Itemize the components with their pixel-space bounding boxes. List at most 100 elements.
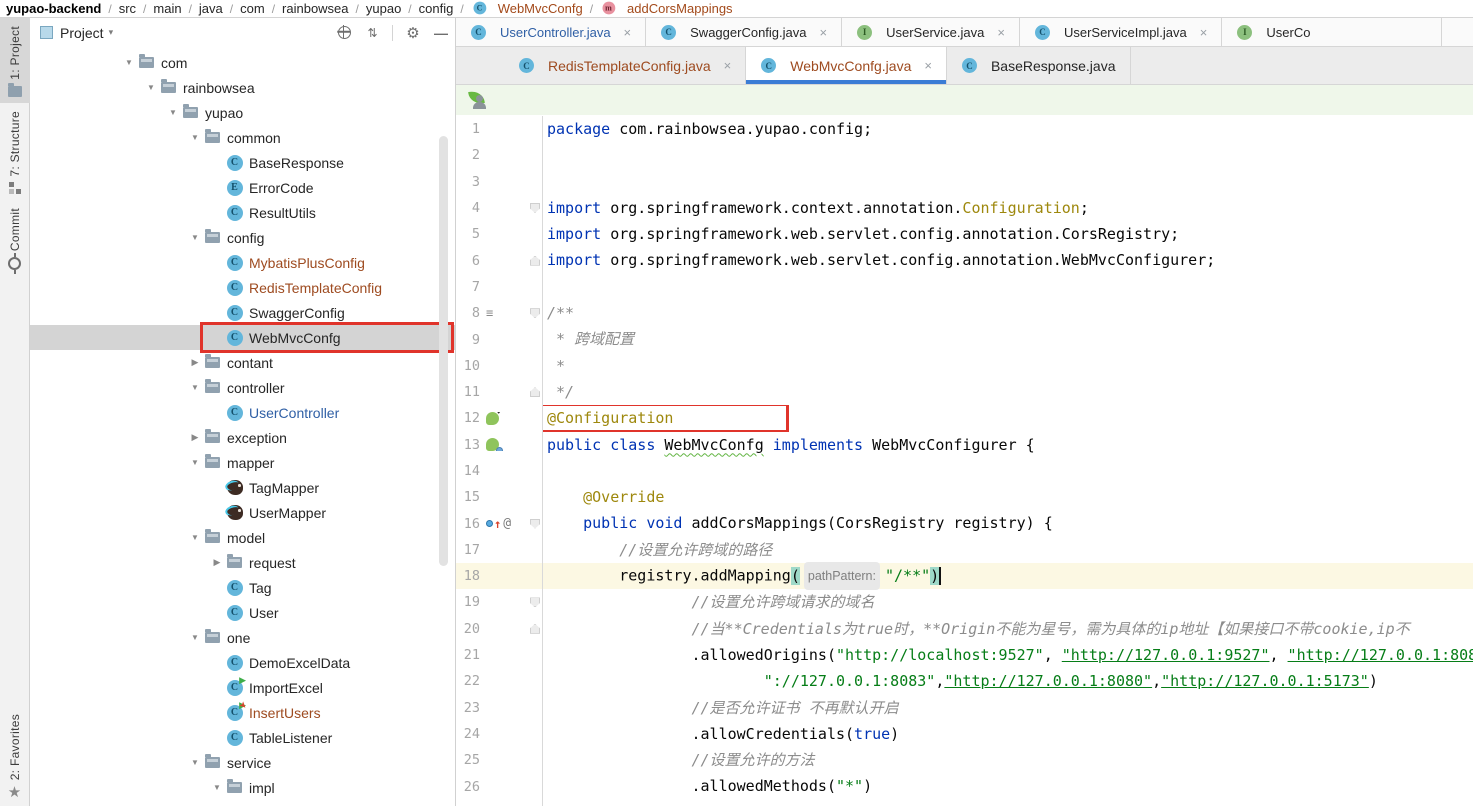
- breadcrumb-item[interactable]: src: [119, 1, 136, 16]
- tree-scrollbar-thumb[interactable]: [439, 136, 448, 566]
- code-line-5[interactable]: 5 import org.springframework.web.servlet.…: [456, 221, 1473, 248]
- tree-row-com[interactable]: ▼ com: [30, 50, 455, 75]
- tree-row-tagmapper[interactable]: TagMapper: [30, 475, 455, 500]
- editor-tab-baseresponse-java[interactable]: C BaseResponse.java: [947, 47, 1131, 84]
- fold-column[interactable]: [528, 518, 542, 529]
- breadcrumb-item[interactable]: config: [419, 1, 454, 16]
- fold-column[interactable]: [528, 623, 542, 634]
- gutter[interactable]: 17: [456, 537, 542, 563]
- code-text[interactable]: import org.springframework.web.servlet.c…: [543, 221, 1473, 247]
- code-line-21[interactable]: 21 .allowedOrigins("http://localhost:952…: [456, 641, 1473, 669]
- expand-arrow-icon[interactable]: ▼: [208, 783, 226, 792]
- code-text[interactable]: "://127.0.0.1:8083","http://127.0.0.1:80…: [543, 668, 1473, 694]
- code-text[interactable]: //设置允许跨域的路径: [543, 537, 1473, 563]
- tree-row-one[interactable]: ▼ one: [30, 625, 455, 650]
- gutter[interactable]: 24: [456, 721, 542, 747]
- code-line-6[interactable]: 6 import org.springframework.web.servlet.…: [456, 247, 1473, 274]
- code-line-8[interactable]: 8 ≡/**: [456, 300, 1473, 327]
- code-line-16[interactable]: 16 ↑ @ public void addCorsMappings(CorsReg…: [456, 510, 1473, 537]
- code-line-25[interactable]: 25 //设置允许的方法: [456, 747, 1473, 774]
- gutter[interactable]: 21: [456, 642, 542, 668]
- tree-row-contant[interactable]: ▶ contant: [30, 350, 455, 375]
- expand-arrow-icon[interactable]: ▼: [186, 633, 204, 642]
- tree-row-tablelistener[interactable]: C TableListener: [30, 725, 455, 750]
- gutter[interactable]: 12 ✔: [456, 405, 542, 431]
- tree-row-insertusers[interactable]: C ▶ ➤ InsertUsers: [30, 698, 455, 725]
- code-line-14[interactable]: 14: [456, 457, 1473, 485]
- tree-row-errorcode[interactable]: E ErrorCode: [30, 175, 455, 200]
- code-line-1[interactable]: 1 package com.rainbowsea.yupao.config;: [456, 116, 1473, 143]
- editor-tab-swaggerconfig-java[interactable]: C SwaggerConfig.java ×: [646, 18, 843, 46]
- code-text[interactable]: public void addCorsMappings(CorsRegistry…: [543, 510, 1473, 536]
- code-text[interactable]: package com.rainbowsea.yupao.config;: [543, 116, 1473, 142]
- spring-bean-icon[interactable]: ✔: [486, 411, 503, 425]
- gutter[interactable]: 22: [456, 668, 542, 694]
- fold-column[interactable]: [528, 597, 542, 608]
- tree-row-controller[interactable]: ▼ controller: [30, 375, 455, 400]
- code-line-3[interactable]: 3: [456, 168, 1473, 195]
- expand-arrow-icon[interactable]: ▼: [142, 83, 160, 92]
- hide-panel-icon[interactable]: —: [433, 25, 449, 41]
- expand-arrow-icon[interactable]: ▼: [164, 108, 182, 117]
- code-line-26[interactable]: 26 .allowedMethods("*"): [456, 773, 1473, 800]
- gutter[interactable]: 26: [456, 773, 542, 799]
- gutter[interactable]: 15: [456, 484, 542, 510]
- tree-row-common[interactable]: ▼ common: [30, 125, 455, 150]
- breadcrumb-item[interactable]: main: [153, 1, 181, 16]
- code-text[interactable]: import org.springframework.web.servlet.c…: [543, 247, 1473, 273]
- expand-arrow-icon[interactable]: ▼: [186, 233, 204, 242]
- close-icon[interactable]: ×: [1200, 25, 1208, 40]
- sidebar-toolbutton-structure[interactable]: 7: Structure: [0, 103, 30, 201]
- tree-row-resultutils[interactable]: C ResultUtils: [30, 200, 455, 225]
- sidebar-toolbutton-project[interactable]: 1: Project: [0, 18, 30, 103]
- breadcrumb-item[interactable]: java: [199, 1, 223, 16]
- code-line-19[interactable]: 19 //设置允许跨域请求的域名: [456, 589, 1473, 616]
- tree-row-redistemplateconfig[interactable]: C RedisTemplateConfig: [30, 275, 455, 300]
- code-line-9[interactable]: 9 * 跨域配置: [456, 326, 1473, 353]
- editor-tab-userserviceimpl-java[interactable]: C UserServiceImpl.java ×: [1020, 18, 1223, 46]
- code-line-23[interactable]: 23 //是否允许证书 不再默认开启: [456, 694, 1473, 721]
- gutter[interactable]: 6: [456, 247, 542, 273]
- gutter[interactable]: 23: [456, 695, 542, 721]
- code-line-15[interactable]: 15 @Override: [456, 484, 1473, 511]
- gear-icon[interactable]: ⚙: [405, 25, 421, 42]
- tree-row-demoexceldata[interactable]: C DemoExcelData: [30, 650, 455, 675]
- code-text[interactable]: //设置允许的方法: [543, 747, 1473, 773]
- gutter[interactable]: 7: [456, 274, 542, 300]
- editor-tab-webmvcconfg-java[interactable]: C WebMvcConfg.java ×: [746, 47, 947, 84]
- tree-row-webmvcconfg[interactable]: C WebMvcConfg: [30, 322, 455, 353]
- locate-file-icon[interactable]: [336, 25, 352, 41]
- close-icon[interactable]: ×: [997, 25, 1005, 40]
- code-text[interactable]: public class WebMvcConfg implements WebM…: [543, 432, 1473, 458]
- tree-row-swaggerconfig[interactable]: C SwaggerConfig: [30, 300, 455, 325]
- project-title[interactable]: Project: [60, 25, 104, 41]
- fold-marker-icon[interactable]: [530, 518, 540, 529]
- tree-row-yupao[interactable]: ▼ yupao: [30, 100, 455, 125]
- gutter[interactable]: 14: [456, 458, 542, 484]
- fold-column[interactable]: [528, 308, 542, 319]
- gutter[interactable]: 20: [456, 616, 542, 642]
- overrides-method-icon[interactable]: ↑: [486, 517, 501, 531]
- gutter[interactable]: 19: [456, 589, 542, 615]
- tree-row-mapper[interactable]: ▼ mapper: [30, 450, 455, 475]
- expand-arrow-icon[interactable]: ▼: [186, 383, 204, 392]
- close-icon[interactable]: ×: [724, 58, 732, 73]
- breadcrumb-item[interactable]: C WebMvcConfg: [471, 0, 583, 16]
- code-line-2[interactable]: 2: [456, 142, 1473, 169]
- gutter[interactable]: 25: [456, 747, 542, 773]
- code-text[interactable]: import org.springframework.context.annot…: [543, 195, 1473, 221]
- breadcrumb-item[interactable]: com: [240, 1, 265, 16]
- gutter[interactable]: 13: [456, 432, 542, 458]
- sidebar-toolbutton-favorites[interactable]: 2: Favorites ★: [0, 706, 30, 806]
- expand-arrow-icon[interactable]: ▶: [208, 557, 226, 568]
- code-line-12[interactable]: 12 ✔ @Configuration: [456, 405, 1473, 432]
- fold-marker-icon[interactable]: [530, 623, 540, 634]
- code-text[interactable]: //: [543, 800, 1473, 806]
- code-line-22[interactable]: 22 "://127.0.0.1:8083","http://127.0.0.1…: [456, 668, 1473, 695]
- collapse-all-icon[interactable]: ⇅: [364, 25, 380, 41]
- tree-row-exception[interactable]: ▶ exception: [30, 425, 455, 450]
- chevron-down-icon[interactable]: ▾: [109, 27, 114, 38]
- gutter[interactable]: 11: [456, 379, 542, 405]
- code-text[interactable]: @Override: [543, 484, 1473, 510]
- expand-arrow-icon[interactable]: ▶: [186, 357, 204, 368]
